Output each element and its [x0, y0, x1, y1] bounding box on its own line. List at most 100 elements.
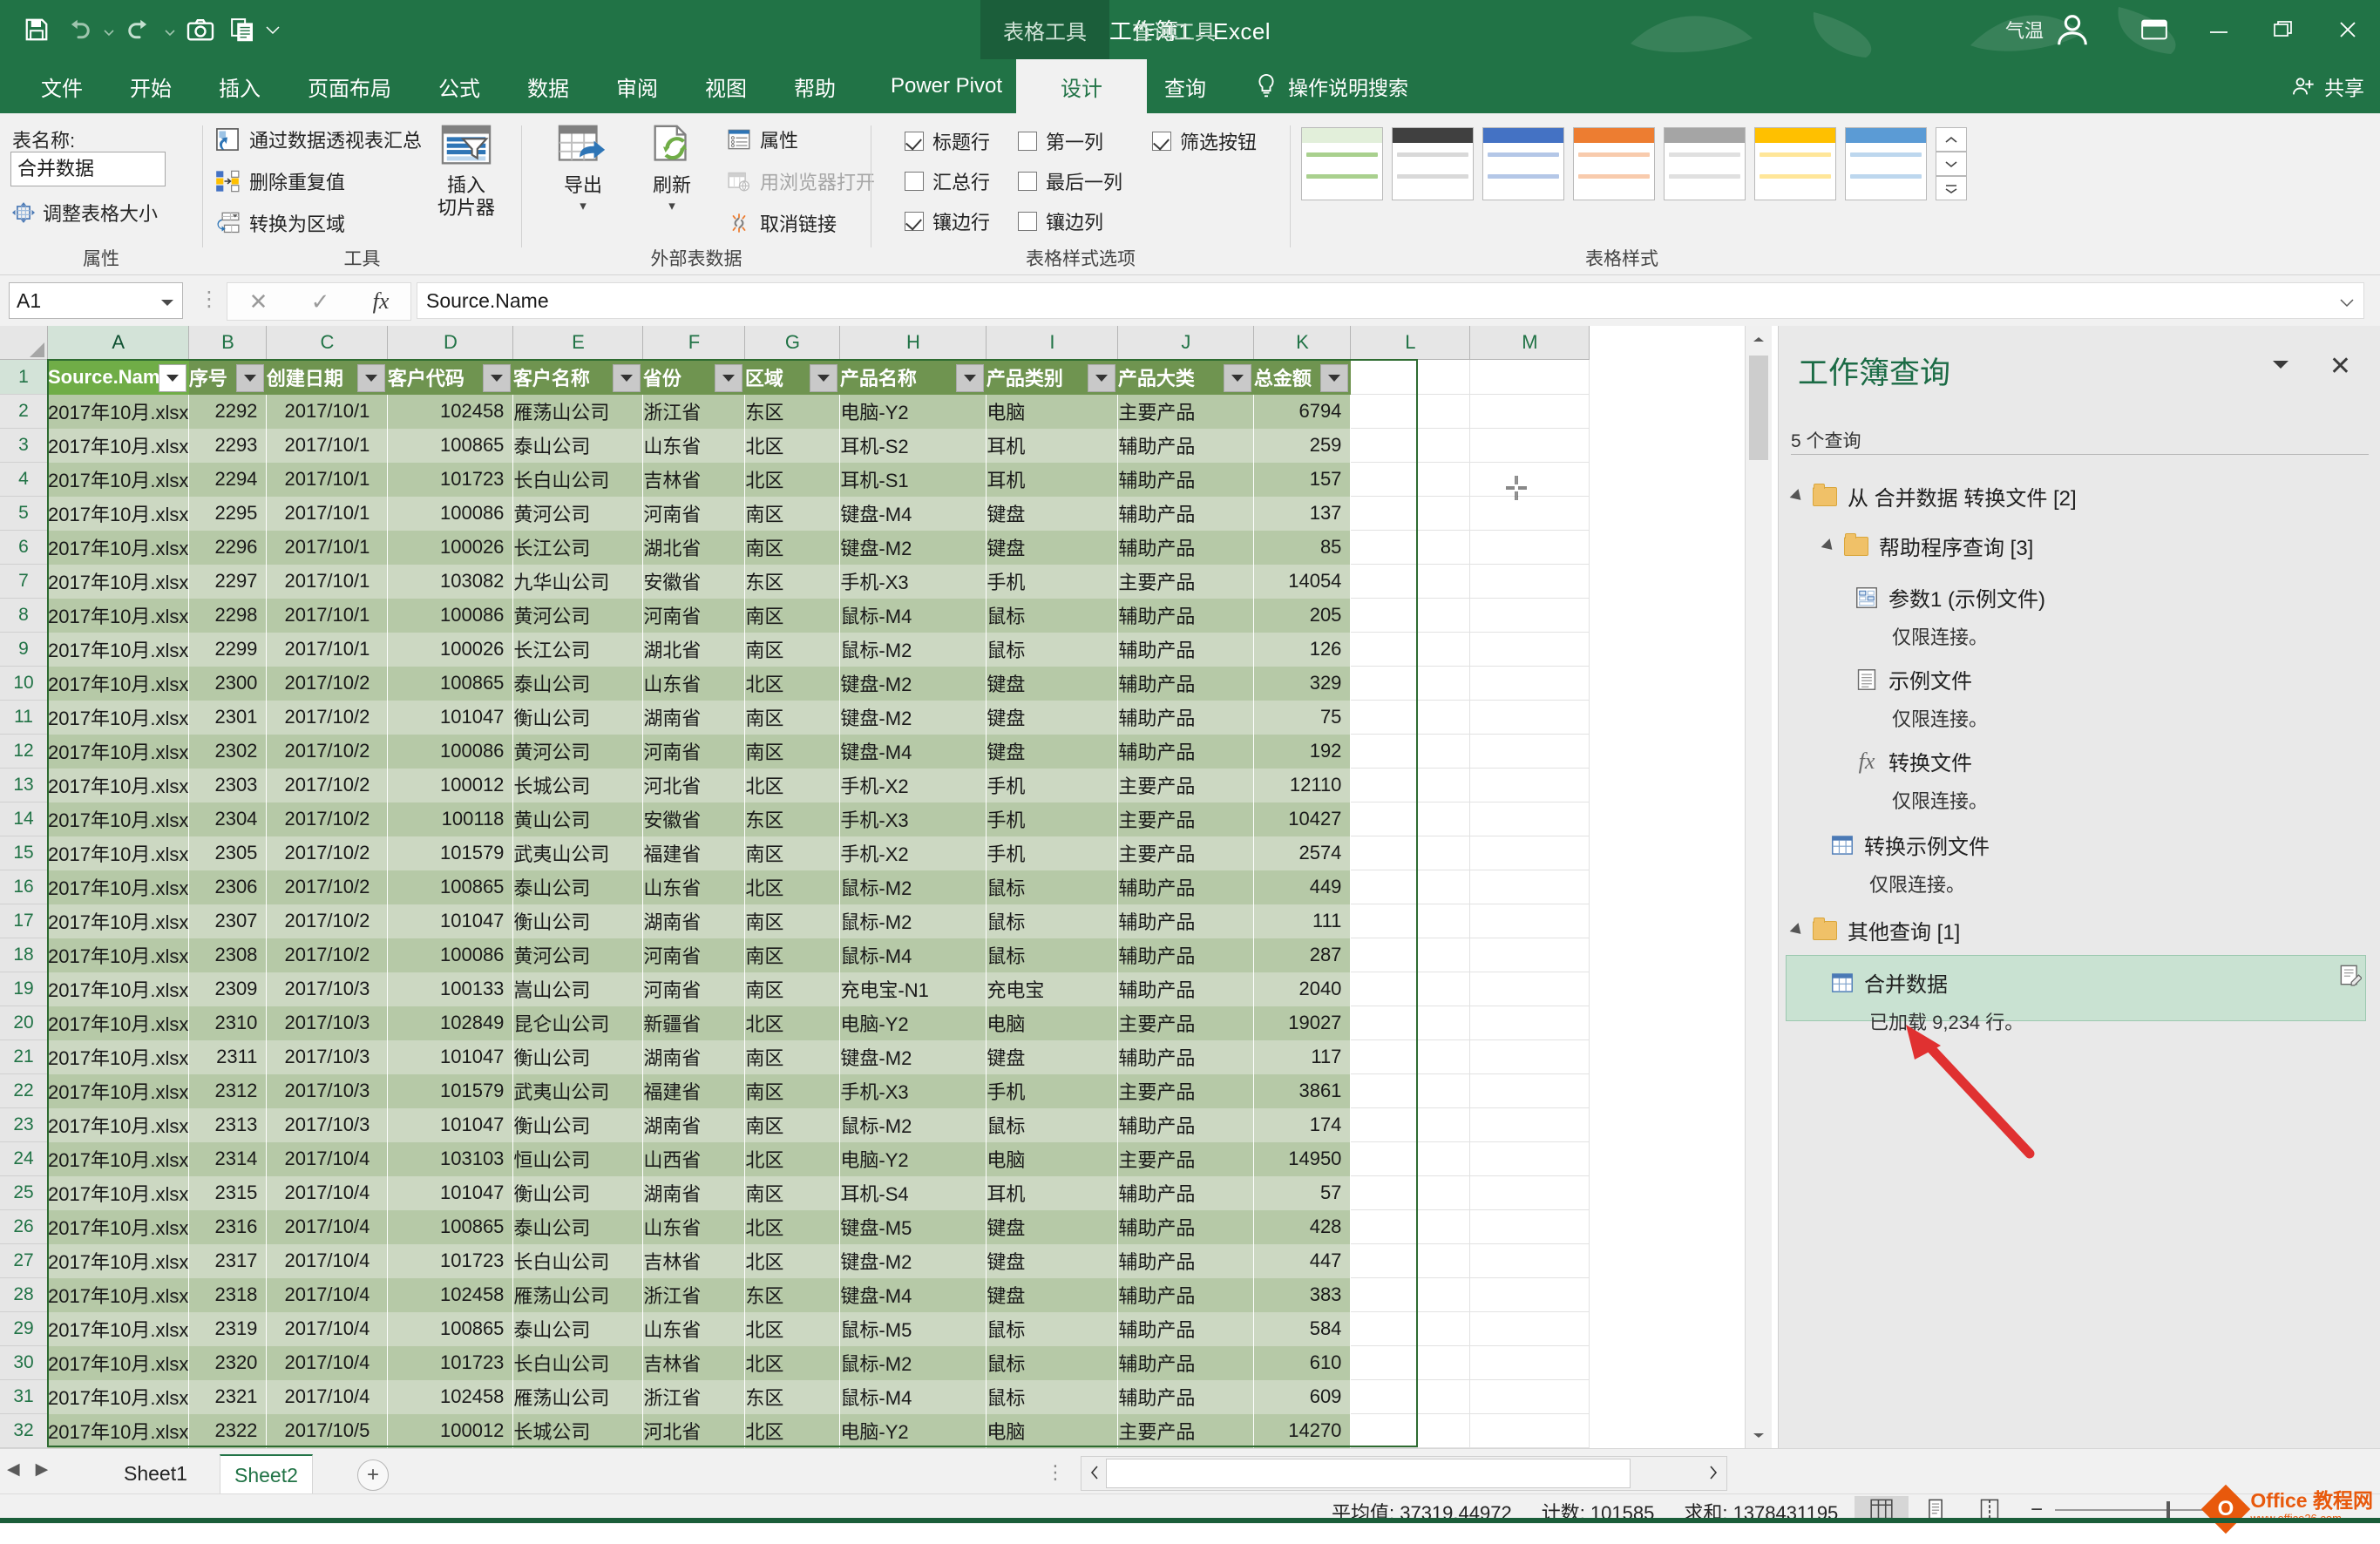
restore-icon[interactable] — [2251, 0, 2316, 59]
grid-cell[interactable]: 手机 — [986, 768, 1119, 802]
grid-cell[interactable]: 耳机-S1 — [839, 462, 987, 497]
grid-cell[interactable]: 电脑-Y2 — [839, 1141, 987, 1176]
close-icon[interactable] — [2316, 0, 2380, 59]
grid-cell[interactable]: 长城公司 — [512, 768, 644, 802]
grid-cell[interactable]: 447 — [1253, 1243, 1352, 1278]
grid-cell[interactable]: 键盘-M2 — [839, 1039, 987, 1074]
grid-cell-empty[interactable] — [1350, 462, 1471, 497]
grid-cell[interactable]: 2017/10/2 — [266, 938, 389, 972]
refresh-dropdown-icon[interactable]: ▾ — [668, 200, 675, 212]
grid-cell[interactable]: 北区 — [744, 1141, 841, 1176]
grid-cell[interactable]: 2017年10月.xlsx — [47, 1073, 190, 1108]
grid-cell[interactable]: 2017/10/1 — [266, 428, 389, 463]
tab-page-layout[interactable]: 页面布局 — [275, 59, 424, 113]
grid-cell[interactable]: 100118 — [387, 802, 514, 836]
grid-cell[interactable]: 黄河公司 — [512, 598, 644, 633]
table-row[interactable]: 18 2017年10月.xlsx 2308 2017/10/2 100086 黄河公司 河南… — [0, 938, 1590, 972]
grid-cell[interactable]: 14950 — [1253, 1141, 1352, 1176]
grid-cell[interactable]: 100086 — [387, 496, 514, 531]
grid-cell[interactable]: 101723 — [387, 462, 514, 497]
grid-cell[interactable]: 黄山公司 — [512, 802, 644, 836]
table-row[interactable]: 5 2017年10月.xlsx 2295 2017/10/1 100086 黄河公司 河南省… — [0, 496, 1590, 531]
checkbox-total-row[interactable]: 汇总行 — [905, 167, 990, 195]
grid-cell-empty[interactable] — [1469, 768, 1590, 802]
table-row[interactable]: 11 2017年10月.xlsx 2301 2017/10/2 101047 衡山公司 湖南… — [0, 700, 1590, 735]
grid-cell[interactable]: 福建省 — [642, 1073, 746, 1108]
row-header-24[interactable]: 24 — [0, 1141, 48, 1176]
contextual-tab-table-tools[interactable]: 表格工具 — [980, 0, 1109, 59]
grid-cell[interactable]: 手机 — [986, 564, 1119, 599]
scroll-right-button[interactable] — [1700, 1459, 1726, 1486]
grid-cell[interactable]: 键盘-M4 — [839, 1277, 987, 1312]
grid-cell[interactable]: 2017/10/2 — [266, 700, 389, 735]
scroll-down-button[interactable] — [1746, 1422, 1772, 1448]
checkbox-header-row[interactable]: 标题行 — [905, 127, 990, 155]
row-header-2[interactable]: 2 — [0, 394, 48, 429]
row-header-5[interactable]: 5 — [0, 496, 48, 531]
grid-cell[interactable]: 100012 — [387, 1413, 514, 1448]
grid-cell[interactable]: 2312 — [188, 1073, 268, 1108]
grid-cell-empty[interactable] — [1350, 802, 1471, 836]
query-item-merged-data[interactable]: 合并数据 — [1831, 967, 1948, 998]
table-header-cell[interactable]: 客户名称 — [512, 359, 643, 395]
table-style-swatch[interactable] — [1482, 127, 1564, 200]
table-header-cell[interactable]: 总金额 — [1253, 359, 1351, 395]
grid-cell[interactable]: 辅助产品 — [1117, 1175, 1255, 1210]
row-header-16[interactable]: 16 — [0, 870, 48, 904]
row-header-27[interactable]: 27 — [0, 1243, 48, 1278]
grid-cell[interactable]: 河南省 — [642, 598, 746, 633]
grid-cell[interactable]: 428 — [1253, 1209, 1352, 1244]
grid-cell[interactable]: 东区 — [744, 1379, 841, 1414]
grid-cell[interactable]: 101579 — [387, 1073, 514, 1108]
expand-triangle-icon[interactable] — [1789, 922, 1806, 938]
grid-cell[interactable]: 2017年10月.xlsx — [47, 496, 190, 531]
grid-cell[interactable]: 耳机 — [986, 462, 1119, 497]
table-row[interactable]: 4 2017年10月.xlsx 2294 2017/10/1 101723 长白山公司 吉林… — [0, 462, 1590, 497]
grid-cell[interactable]: 100865 — [387, 666, 514, 701]
grid-cell[interactable]: 长江公司 — [512, 632, 644, 667]
grid-cell[interactable]: 2017/10/4 — [266, 1311, 389, 1346]
grid-cell[interactable]: 主要产品 — [1117, 836, 1255, 870]
grid-cell[interactable]: 主要产品 — [1117, 1141, 1255, 1176]
row-header-6[interactable]: 6 — [0, 530, 48, 565]
grid-cell[interactable]: 衡山公司 — [512, 1039, 644, 1074]
tab-query[interactable]: 查询 — [1124, 59, 1246, 113]
grid-cell[interactable]: 2319 — [188, 1311, 268, 1346]
grid-cell[interactable]: 电脑-Y2 — [839, 1413, 987, 1448]
name-box[interactable]: A1 — [9, 282, 183, 319]
export-button[interactable]: 导出 ▾ — [543, 124, 623, 213]
grid-cell[interactable]: 电脑 — [986, 394, 1119, 429]
grid-cell[interactable]: 辅助产品 — [1117, 972, 1255, 1006]
grid-cell[interactable]: 2574 — [1253, 836, 1352, 870]
grid-cell[interactable]: 湖北省 — [642, 632, 746, 667]
column-header-A[interactable]: A — [47, 326, 190, 360]
grid-cell[interactable]: 2017年10月.xlsx — [47, 666, 190, 701]
name-box-dropdown-icon[interactable] — [159, 289, 175, 313]
grid-cell[interactable]: 电脑 — [986, 1413, 1119, 1448]
horizontal-scroll-thumb[interactable] — [1106, 1459, 1631, 1488]
table-styles-gallery[interactable] — [1301, 127, 1927, 200]
grid-cell-empty[interactable] — [1350, 1277, 1471, 1312]
grid-cell[interactable]: 主要产品 — [1117, 1006, 1255, 1040]
grid-cell[interactable]: 湖北省 — [642, 530, 746, 565]
minimize-icon[interactable] — [2187, 0, 2251, 59]
table-row[interactable]: 24 2017年10月.xlsx 2314 2017/10/4 103103 恒山公司 山西… — [0, 1141, 1590, 1176]
grid-cell[interactable]: 辅助产品 — [1117, 1243, 1255, 1278]
table-header-cell[interactable]: 产品类别 — [986, 359, 1118, 395]
grid-cell[interactable]: 东区 — [744, 1277, 841, 1312]
grid-cell[interactable]: 101047 — [387, 1107, 514, 1142]
table-row[interactable]: 10 2017年10月.xlsx 2300 2017/10/2 100865 泰山公司 山东… — [0, 666, 1590, 701]
grid-cell-empty[interactable] — [1350, 1141, 1471, 1176]
query-folder-transform-files[interactable]: 从 合并数据 转换文件 [2] — [1789, 481, 2077, 511]
grid-cell[interactable]: 辅助产品 — [1117, 428, 1255, 463]
grid-cell[interactable]: 南区 — [744, 530, 841, 565]
grid-cell[interactable]: 雁荡山公司 — [512, 394, 644, 429]
banded-columns-checkbox-box[interactable] — [1018, 212, 1037, 231]
grid-cell-empty[interactable] — [1350, 496, 1471, 531]
grid-cell[interactable]: 键盘 — [986, 496, 1119, 531]
redo-dropdown-icon[interactable] — [162, 9, 178, 51]
table-row[interactable]: 7 2017年10月.xlsx 2297 2017/10/1 103082 九华山公司 安徽… — [0, 564, 1590, 599]
grid-cell-empty[interactable] — [1350, 1413, 1471, 1448]
grid-cell[interactable]: 鼠标 — [986, 938, 1119, 972]
contextual-tab-query-tools[interactable]: 查询工具 — [1109, 0, 1238, 59]
